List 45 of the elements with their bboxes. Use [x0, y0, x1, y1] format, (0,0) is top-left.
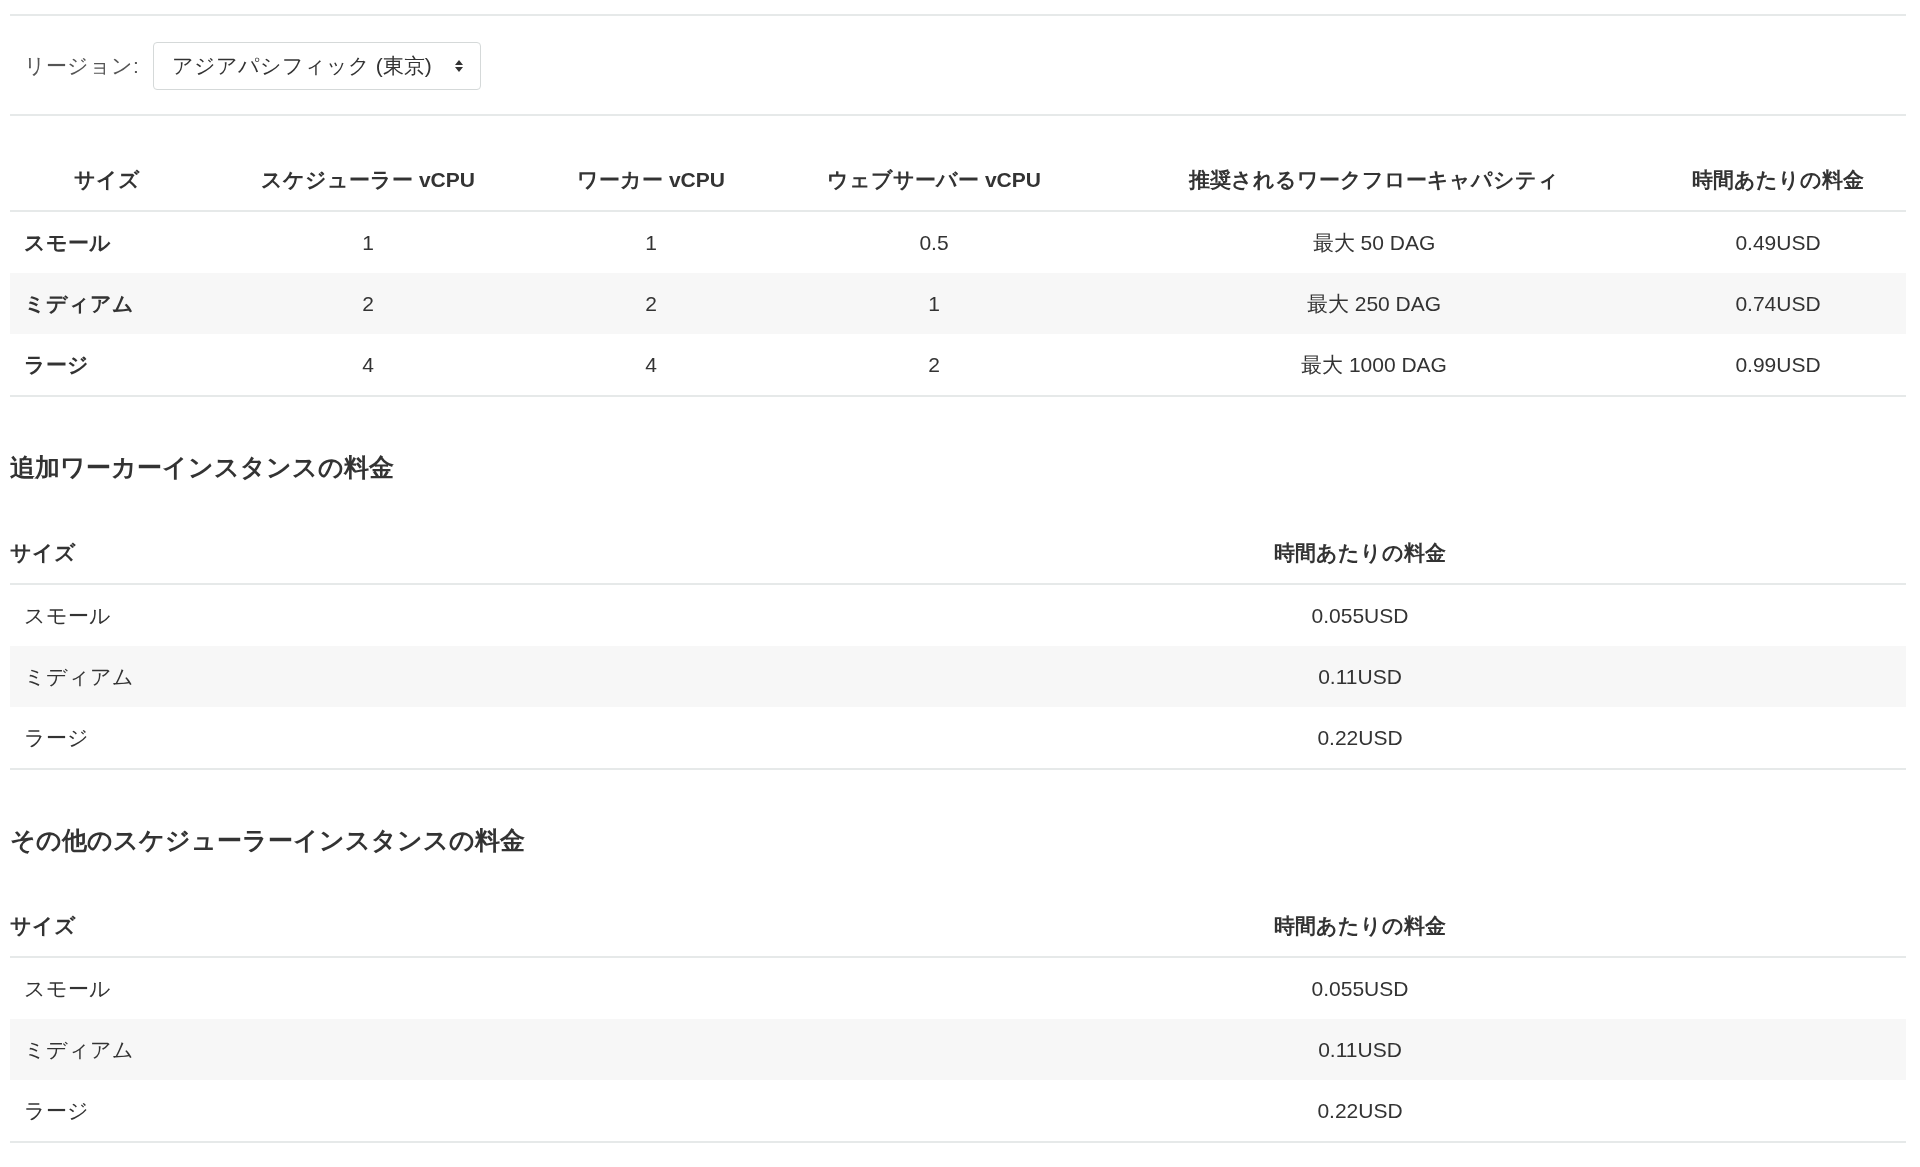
table-cell-text: 0.22USD [1316, 725, 1404, 750]
table-cell-text: スモール [23, 602, 112, 629]
table-cell-text: 0.74USD [1734, 291, 1822, 316]
table-cell-text: スモール [23, 229, 112, 256]
table-cell-text: 0.055USD [1310, 603, 1410, 628]
table-cell-text: ラージ [23, 351, 90, 378]
table-cell-text: 1 [361, 230, 375, 255]
column-header: サイズ [10, 540, 77, 566]
column-header: サイズ [10, 913, 77, 939]
table-cell-text: 4 [361, 352, 375, 377]
table-cell-text: 最大 1000 DAG [1300, 351, 1448, 378]
column-header: 時間あたりの料金 [1273, 913, 1447, 940]
table-cell-text: 1 [644, 230, 658, 255]
table-cell-text: ラージ [23, 1097, 90, 1124]
column-header: 時間あたりの料金 [1273, 540, 1447, 567]
column-header: 時間あたりの料金 [1691, 167, 1865, 194]
table-cell-text: ミディアム [23, 290, 135, 317]
column-header: ワーカー vCPU [576, 167, 726, 193]
region-select[interactable]: アジアパシフィック (東京) [152, 42, 481, 90]
table-cell-text: 最大 50 DAG [1311, 229, 1437, 256]
section-heading: その他のスケジューラーインスタンスの料金 [10, 825, 526, 856]
table-cell-text: 0.49USD [1734, 230, 1822, 255]
table-cell-text: ミディアム [23, 663, 135, 690]
table-cell-text: 2 [644, 291, 658, 316]
column-header: スケジューラー vCPU [260, 167, 476, 193]
column-header: 推奨されるワークフローキャパシティ [1187, 167, 1560, 193]
column-header: サイズ [73, 167, 141, 193]
table-cell-text: 0.99USD [1734, 352, 1822, 377]
table-cell-text: 0.055USD [1310, 976, 1410, 1001]
table-cell-text: 0.11USD [1317, 664, 1403, 689]
table-cell-text: 1 [927, 291, 941, 316]
table-cell-text: スモール [23, 975, 112, 1002]
table-cell-text: 2 [927, 352, 941, 377]
section-heading: 追加ワーカーインスタンスの料金 [10, 452, 395, 483]
column-header: ウェブサーバー vCPU [826, 167, 1042, 193]
table-cell-text: ミディアム [23, 1036, 135, 1063]
table-cell-text: 最大 250 DAG [1305, 290, 1443, 317]
table-cell-text: 0.22USD [1316, 1098, 1404, 1123]
table-cell-text: 0.5 [918, 230, 950, 255]
table-cell-text: 2 [361, 291, 375, 316]
table-cell-text: ラージ [23, 724, 90, 751]
region-label: リージョン: [24, 53, 139, 79]
table-cell-text: 4 [644, 352, 658, 377]
table-cell-text: 0.11USD [1317, 1037, 1403, 1062]
updown-caret-icon [453, 59, 464, 73]
